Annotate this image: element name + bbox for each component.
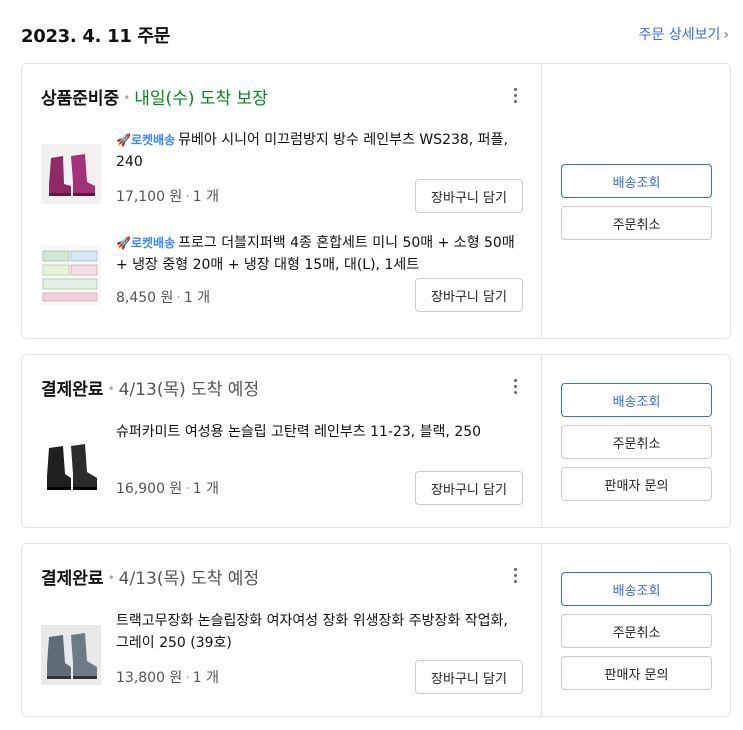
item-price: 13,800 원 <box>116 670 183 686</box>
item-price-line: 16,900 원 · 1 개 <box>116 481 220 497</box>
rocket-delivery-badge: 🚀로켓배송 <box>116 236 176 250</box>
delivery-guarantee: 내일(수) 도착 보장 <box>134 89 268 109</box>
order-item: 🚀로켓배송 뮤베아 시니어 미끄럼방지 방수 레인부츠 WS238, 퍼플, 24… <box>41 129 523 219</box>
delivery-estimate: 4/13(목) 도착 예정 <box>118 569 260 589</box>
item-name[interactable]: 트랙고무장화 논슬립장화 여자여성 장화 위생장화 주방장화 작업화, 그레이 … <box>116 610 523 654</box>
more-options-icon[interactable] <box>509 86 521 106</box>
item-price-line: 8,450 원 · 1 개 <box>116 290 211 306</box>
item-title: 슈퍼카미트 여성용 논슬립 고탄력 레인부츠 11-23, 블랙, 250 <box>116 424 482 440</box>
add-to-cart-button[interactable]: 장바구니 담기 <box>415 471 523 505</box>
order-status-line: 결제완료 • 4/13(목) 도착 예정 <box>41 375 259 400</box>
item-name[interactable]: 🚀로켓배송 프로그 더블지퍼백 4종 혼합세트 미니 50매 + 소형 50매 +… <box>116 232 523 276</box>
separator-dot: • <box>107 382 115 396</box>
order-detail-link[interactable]: 주문 상세보기 › <box>639 24 729 44</box>
contact-seller-button[interactable]: 판매자 문의 <box>561 467 712 501</box>
item-quantity: 1 개 <box>192 670 220 686</box>
item-price-line: 13,800 원 · 1 개 <box>116 670 220 686</box>
order-status: 결제완료 <box>41 380 104 400</box>
black-rain-boots-image[interactable] <box>41 436 101 496</box>
order-card: 결제완료 • 4/13(목) 도착 예정 슈퍼카미트 여성용 논슬립 고탄력 레인부… <box>21 354 731 528</box>
item-quantity: 1 개 <box>192 481 220 497</box>
rocket-delivery-badge: 🚀로켓배송 <box>116 133 176 147</box>
add-to-cart-button[interactable]: 장바구니 담기 <box>415 278 523 312</box>
add-to-cart-button[interactable]: 장바구니 담기 <box>415 660 523 694</box>
order-items-panel: 결제완료 • 4/13(목) 도착 예정 트랙고무장화 논슬립장화 여자여성 장화 … <box>22 544 541 716</box>
rocket-badge-label: 로켓배송 <box>130 133 176 147</box>
order-status-line: 상품준비중 • 내일(수) 도착 보장 <box>41 84 268 109</box>
order-status: 상품준비중 <box>41 89 120 109</box>
chevron-right-icon: › <box>723 27 729 43</box>
order-status: 결제완료 <box>41 569 104 589</box>
gray-rain-boots-image[interactable] <box>41 625 101 685</box>
purple-rain-boots-image[interactable] <box>41 144 101 204</box>
order-card: 결제완료 • 4/13(목) 도착 예정 트랙고무장화 논슬립장화 여자여성 장화 … <box>21 543 731 717</box>
order-items-panel: 상품준비중 • 내일(수) 도착 보장 🚀로켓배송 뮤베아 시니어 미끄럼방지 방수 … <box>22 64 541 338</box>
cancel-order-button[interactable]: 주문취소 <box>561 206 712 240</box>
delivery-estimate: 4/13(목) 도착 예정 <box>118 380 260 400</box>
track-delivery-button[interactable]: 배송조회 <box>561 383 712 417</box>
order-date-title: 2023. 4. 11 주문 <box>21 26 171 47</box>
order-header: 2023. 4. 11 주문 주문 상세보기 › <box>21 22 729 48</box>
order-items-panel: 결제완료 • 4/13(목) 도착 예정 슈퍼카미트 여성용 논슬립 고탄력 레인부… <box>22 355 541 527</box>
separator-dot: • <box>107 571 115 585</box>
order-item: 🚀로켓배송 프로그 더블지퍼백 4종 혼합세트 미니 50매 + 소형 50매 +… <box>41 232 523 322</box>
item-title: 프로그 더블지퍼백 4종 혼합세트 미니 50매 + 소형 50매 + 냉장 중… <box>116 235 515 273</box>
add-to-cart-button[interactable]: 장바구니 담기 <box>415 179 523 213</box>
item-name[interactable]: 🚀로켓배송 뮤베아 시니어 미끄럼방지 방수 레인부츠 WS238, 퍼플, 24… <box>116 129 523 173</box>
item-title: 트랙고무장화 논슬립장화 여자여성 장화 위생장화 주방장화 작업화, 그레이 … <box>116 613 508 651</box>
track-delivery-button[interactable]: 배송조회 <box>561 164 712 198</box>
cancel-order-button[interactable]: 주문취소 <box>561 425 712 459</box>
item-quantity: 1 개 <box>192 189 220 205</box>
item-price: 16,900 원 <box>116 481 183 497</box>
order-actions-panel: 배송조회 주문취소 <box>541 64 730 338</box>
track-delivery-button[interactable]: 배송조회 <box>561 572 712 606</box>
separator-dot: • <box>123 91 131 105</box>
order-status-line: 결제완료 • 4/13(목) 도착 예정 <box>41 564 259 589</box>
more-options-icon[interactable] <box>509 377 521 397</box>
rocket-badge-label: 로켓배송 <box>130 236 176 250</box>
order-actions-panel: 배송조회 주문취소 판매자 문의 <box>541 544 730 716</box>
cancel-order-button[interactable]: 주문취소 <box>561 614 712 648</box>
order-detail-label: 주문 상세보기 <box>638 27 721 43</box>
order-actions-panel: 배송조회 주문취소 판매자 문의 <box>541 355 730 527</box>
contact-seller-button[interactable]: 판매자 문의 <box>561 656 712 690</box>
zipper-bag-set-image[interactable] <box>41 245 101 305</box>
item-price: 17,100 원 <box>116 189 183 205</box>
item-quantity: 1 개 <box>183 290 211 306</box>
order-item: 슈퍼카미트 여성용 논슬립 고탄력 레인부츠 11-23, 블랙, 250 16… <box>41 421 523 511</box>
item-price: 8,450 원 <box>116 290 174 306</box>
order-card: 상품준비중 • 내일(수) 도착 보장 🚀로켓배송 뮤베아 시니어 미끄럼방지 방수 … <box>21 63 731 339</box>
more-options-icon[interactable] <box>509 566 521 586</box>
item-price-line: 17,100 원 · 1 개 <box>116 189 220 205</box>
item-name[interactable]: 슈퍼카미트 여성용 논슬립 고탄력 레인부츠 11-23, 블랙, 250 <box>116 421 523 443</box>
order-item: 트랙고무장화 논슬립장화 여자여성 장화 위생장화 주방장화 작업화, 그레이 … <box>41 610 523 700</box>
